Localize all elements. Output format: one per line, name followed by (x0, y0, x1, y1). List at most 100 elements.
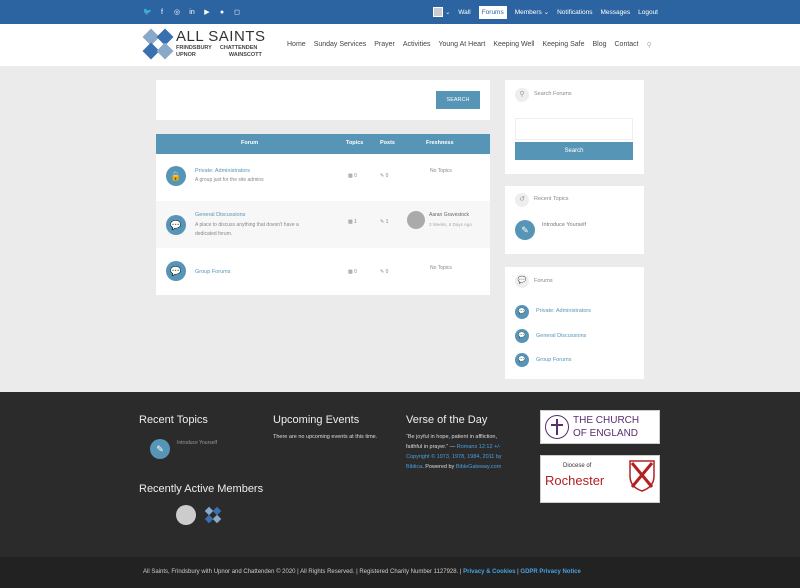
table-row[interactable]: 💬 General Discussions A place to discuss… (156, 201, 490, 248)
document-icon: ▩ (348, 269, 353, 275)
forum-desc: A group just for the site admins (195, 177, 264, 183)
forums-widget: 💬 Forums 💬 Private: Administrators 💬 Gen… (505, 267, 644, 379)
search-icon: ⚲ (515, 88, 529, 102)
topics-count-value: 1 (354, 219, 357, 225)
chat-bubble-icon: 💬 (166, 215, 186, 235)
search-input[interactable] (515, 118, 633, 140)
coe-line-2: OF ENGLAND (573, 428, 639, 439)
verse-line-2: faithful in prayer.” — (406, 444, 456, 450)
brand-wainscott: WAINSCOTT (228, 52, 262, 58)
linkedin-icon[interactable]: in (188, 9, 196, 16)
forum-link[interactable]: Group Forums (536, 357, 571, 363)
chat-bubble-icon: 💬 (515, 353, 529, 367)
pencil-icon: ✎ (515, 220, 535, 240)
chat-bubble-icon: 💬 (515, 329, 529, 343)
nav-keeping-well[interactable]: Keeping Well (493, 41, 534, 49)
logo-icon[interactable] (142, 28, 174, 60)
footer-members-title: Recently Active Members (139, 483, 264, 495)
pencil-icon: ✎ (380, 269, 385, 275)
cross-icon (545, 415, 569, 439)
nav-members[interactable]: Members ⌄ (515, 8, 549, 16)
posts-count-value: 0 (385, 173, 389, 179)
nav-home[interactable]: Home (287, 41, 306, 49)
avatar[interactable] (203, 505, 223, 525)
nav-prayer[interactable]: Prayer (374, 41, 395, 49)
site-brand[interactable]: ALL SAINTS FRINDSBURY CHATTENDEN UPNOR WAI… (176, 28, 265, 59)
verse-text: “Be joyful in hope, patient in afflictio… (406, 432, 516, 472)
col-forum: Forum (241, 140, 259, 146)
nav-blog[interactable]: Blog (592, 41, 606, 49)
site-title: ALL SAINTS (176, 28, 266, 45)
freshness-time[interactable]: 3 Weeks, 6 Days Ago (429, 222, 472, 227)
document-icon: ▩ (348, 219, 353, 225)
nav-forums[interactable]: Forums (478, 5, 507, 19)
chevron-down-icon[interactable]: ⌄ (445, 9, 450, 16)
verse-reference-link[interactable]: Romans 12:12 (457, 444, 493, 450)
nav-sunday-services[interactable]: Sunday Services (314, 41, 367, 49)
instagram-icon[interactable]: ◻ (233, 8, 241, 16)
nav-activities[interactable]: Activities (403, 41, 431, 49)
lock-icon: 🔒 (166, 166, 186, 186)
nav-members-label: Members (514, 9, 542, 16)
nav-notifications[interactable]: Notifications (557, 9, 592, 16)
recent-topic-link[interactable]: Introduce Yourself (542, 222, 586, 228)
gdpr-notice-link[interactable]: GDPR Privacy Notice (520, 569, 580, 575)
nav-contact[interactable]: Contact (615, 41, 639, 49)
forum-desc: A place to discuss anything that doesn't… (195, 222, 299, 228)
widget-title: Recent Topics (534, 196, 569, 202)
col-topics: Topics (346, 140, 364, 146)
copyright-notice: All Saints, Frindsbury with Upnor and Ch… (143, 569, 464, 575)
search-icon[interactable]: ⚲ (647, 41, 652, 49)
flickr-icon[interactable]: ● (218, 9, 226, 16)
search-forums-button[interactable]: Search (515, 142, 633, 160)
posts-count: ✎ 0 (380, 269, 388, 275)
biblegateway-link[interactable]: BibleGateway.com (456, 464, 501, 470)
footer-recent-topic-link[interactable]: Introduce Yourself (177, 438, 217, 448)
biblica-link[interactable]: Biblica (406, 464, 422, 470)
bottom-bar: All Saints, Frindsbury with Upnor and Ch… (0, 557, 800, 588)
table-row[interactable]: 💬 Group Forums ▩ 0 ✎ 0 No Topics (156, 248, 490, 295)
whatsapp-icon[interactable]: ◎ (173, 8, 181, 16)
widget-title: Search Forums (534, 91, 572, 97)
youtube-icon[interactable]: ▶ (203, 8, 211, 16)
nav-logout[interactable]: Logout (638, 9, 658, 16)
freshness: No Topics (430, 168, 452, 174)
forum-link[interactable]: General Discussions (536, 333, 586, 339)
forum-title[interactable]: Group Forums (195, 269, 230, 275)
avatar[interactable] (176, 505, 196, 525)
nav-keeping-safe[interactable]: Keeping Safe (542, 41, 584, 49)
brand-upnor: UPNOR (176, 52, 196, 58)
brand-frindsbury: FRINDSBURY (176, 45, 212, 51)
search-button[interactable]: SEARCH (436, 91, 480, 109)
forum-title[interactable]: General Discussions (195, 212, 245, 218)
diocese-of-rochester-logo[interactable]: Diocese of Rochester (540, 455, 660, 503)
footer-recent-topics-title: Recent Topics (139, 414, 208, 426)
table-row[interactable]: 🔒 Private: Administrators A group just f… (156, 154, 490, 201)
user-avatar[interactable] (433, 7, 444, 17)
forum-title[interactable]: Private: Administrators (195, 168, 250, 174)
powered-by-text: . Powered by (422, 464, 455, 470)
site-footer: Recent Topics ✎ Introduce Yourself Upcom… (0, 392, 800, 557)
posts-count-value: 0 (385, 269, 389, 275)
privacy-cookies-link[interactable]: Privacy & Cookies (463, 569, 515, 575)
twitter-icon[interactable]: 🐦 (143, 8, 152, 16)
nav-messages[interactable]: Messages (600, 9, 630, 16)
posts-count: ✎ 0 (380, 173, 388, 179)
avatar[interactable] (407, 211, 425, 229)
church-of-england-logo[interactable]: THE CHURCH OF ENGLAND (540, 410, 660, 444)
pencil-icon: ✎ (380, 173, 385, 179)
forum-link[interactable]: Private: Administrators (536, 308, 591, 314)
diocese-line-2: Rochester (545, 473, 605, 488)
nav-young-at-heart[interactable]: Young At Heart (438, 41, 485, 49)
author-name[interactable]: Aaran Gravestock (429, 212, 469, 218)
facebook-icon[interactable]: f (158, 9, 166, 16)
forum-table-header: Forum Topics Posts Freshness (156, 134, 490, 154)
topics-count-value: 0 (354, 173, 357, 179)
nav-wall[interactable]: Wall (458, 9, 470, 16)
recent-topics-widget: ↺ Recent Topics ✎ Introduce Yourself (505, 186, 644, 254)
chevron-down-icon: ⌄ (543, 9, 550, 16)
document-icon: ▩ (348, 173, 353, 179)
social-links: 🐦 f ◎ in ▶ ● ◻ (143, 0, 241, 24)
verse-toggle[interactable]: +/- (494, 444, 501, 450)
freshness: No Topics (430, 265, 452, 271)
